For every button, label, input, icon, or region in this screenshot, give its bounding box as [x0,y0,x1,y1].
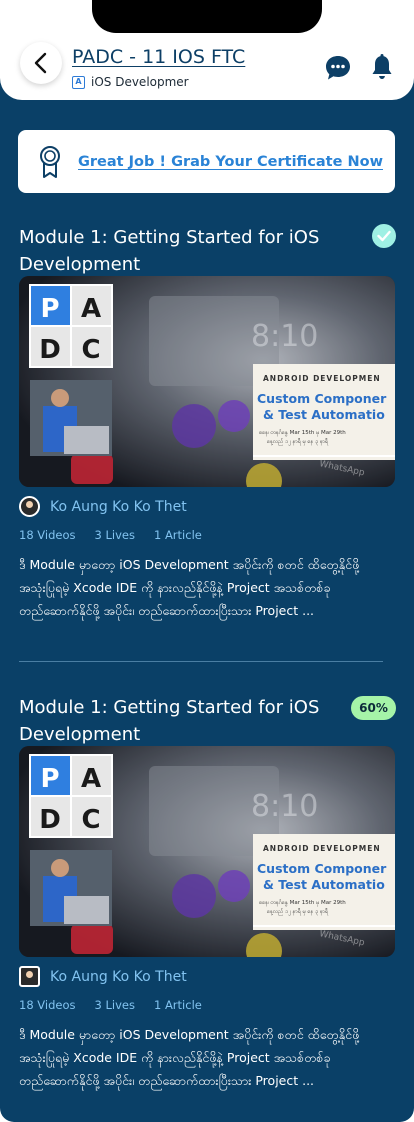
logo-letter: P [40,764,59,794]
video-count: 18 Videos [19,528,76,542]
logo-letter: C [81,805,100,835]
chat-bubble-icon[interactable] [324,54,352,82]
thumbnail-image: 8:10WhatsAppP AD CANDROID DEVELOPMENCustom… [19,276,395,487]
module-title[interactable]: Module 1: Getting Started for iOS Develo… [19,694,359,748]
live-count: 3 Lives [94,998,135,1012]
thumbnail-image: 8:10WhatsAppP AD CANDROID DEVELOPMENCustom… [19,746,395,957]
module-stats: 18 Videos 3 Lives 1 Article [19,528,202,542]
article-count: 1 Article [153,998,202,1012]
module-description-text: ဒီ Module မှာတော့ iOS Development အပိုင်… [19,557,360,618]
course-subtitle-text: iOS Developmer [91,75,189,89]
banner-title-2: & Test Automatio [263,407,385,422]
completed-check-badge [372,224,396,248]
banner-line-1: စနေ၊ တနင်္ဂနွေ Mar 15th မှ Mar 29th [259,898,346,907]
app-store-icon: A [72,75,85,89]
logo-letter: A [81,294,101,324]
module-title[interactable]: Module 1: Getting Started for iOS Develo… [19,224,359,278]
banner-line-2: နေ့လည် ၁၂ နာရီ မှ နေ ၃ နာရီ [267,437,329,446]
logo-letter: P [40,294,59,324]
check-icon [377,230,391,242]
module-stats: 18 Videos 3 Lives 1 Article [19,998,202,1012]
module-divider [19,661,383,662]
phone-clock-text: 8:10 [251,319,318,354]
banner-heading: ANDROID DEVELOPMEN [263,844,381,853]
module-description: ဒီ Module မှာတော့ iOS Development အပိုင်… [19,553,389,645]
author-avatar [19,966,40,987]
certificate-banner[interactable]: Great Job ! Grab Your Certificate Now [18,130,395,193]
device-notch [92,0,322,33]
logo-letter: D [39,335,61,365]
author-avatar [19,496,40,517]
back-button[interactable] [20,42,62,84]
page-title[interactable]: PADC - 11 IOS FTC [72,46,245,68]
module-description-text: ဒီ Module မှာတော့ iOS Development အပိုင်… [19,1027,360,1088]
banner-heading: ANDROID DEVELOPMEN [263,374,381,383]
banner-title-1: Custom Componer [257,861,387,876]
banner-title-1: Custom Componer [257,391,387,406]
banner-line-2: နေ့လည် ၁၂ နာရီ မှ နေ ၃ နာရီ [267,907,329,916]
banner-title-2: & Test Automatio [263,877,385,892]
course-subtitle: A iOS Developmer [72,75,197,89]
award-ribbon-icon [40,145,60,178]
author-row[interactable]: Ko Aung Ko Ko Thet [19,496,187,517]
author-name[interactable]: Ko Aung Ko Ko Thet [50,969,187,985]
bell-icon[interactable] [370,53,394,81]
author-row[interactable]: Ko Aung Ko Ko Thet [19,966,187,987]
logo-letter: D [39,805,61,835]
live-count: 3 Lives [94,528,135,542]
banner-line-1: စနေ၊ တနင်္ဂနွေ Mar 15th မှ Mar 29th [259,428,346,437]
progress-badge: 60% [351,696,396,720]
module-description: ဒီ Module မှာတော့ iOS Development အပိုင်… [19,1023,389,1115]
module-thumbnail[interactable]: 8:10 WhatsApp P A D C ANDROID DEVELOPMEN Custom… [19,746,395,957]
video-count: 18 Videos [19,998,76,1012]
logo-letter: C [81,335,100,365]
logo-letter: A [81,764,101,794]
certificate-link[interactable]: Great Job ! Grab Your Certificate Now [78,154,383,170]
phone-clock-text: 8:10 [251,789,318,824]
author-name[interactable]: Ko Aung Ko Ko Thet [50,499,187,515]
article-count: 1 Article [153,528,202,542]
chevron-left-icon [34,52,47,74]
module-thumbnail[interactable]: 8:10 WhatsApp P A D C ANDROID DEVELOPMEN Custom… [19,276,395,487]
